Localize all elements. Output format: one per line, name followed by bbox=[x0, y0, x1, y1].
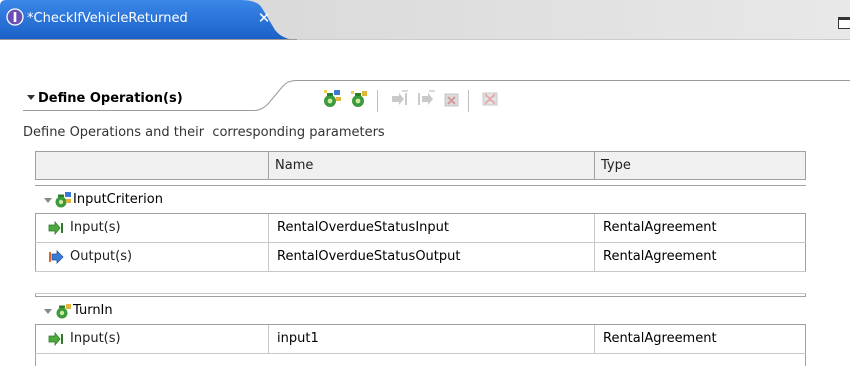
parameter-kind: Input(s) bbox=[70, 331, 121, 346]
add-fault-icon bbox=[444, 93, 459, 107]
parameter-kind-cell: Input(s) bbox=[35, 214, 268, 242]
parameter-kind: Output(s) bbox=[70, 249, 133, 264]
interface-icon bbox=[6, 8, 24, 26]
expand-collapse-icon[interactable] bbox=[44, 309, 52, 314]
output-icon bbox=[49, 250, 64, 264]
table-spacer bbox=[35, 272, 806, 294]
one-way-operation-icon bbox=[56, 304, 71, 319]
delete-icon bbox=[482, 92, 498, 106]
operation-name: InputCriterion bbox=[73, 192, 163, 207]
close-tab-icon[interactable]: ✕ bbox=[257, 10, 271, 26]
maximize-icon[interactable] bbox=[838, 17, 850, 29]
expand-collapse-icon[interactable] bbox=[44, 198, 52, 203]
table-row[interactable]: Input(s) input1 RentalAgreement bbox=[35, 325, 806, 354]
input-icon bbox=[48, 332, 63, 346]
add-request-response-operation-icon[interactable] bbox=[322, 88, 342, 110]
parameter-type-cell[interactable]: RentalAgreement bbox=[594, 214, 806, 242]
parameter-kind-cell: Output(s) bbox=[35, 243, 268, 271]
column-header-type[interactable]: Type bbox=[594, 151, 806, 180]
add-output-icon bbox=[418, 90, 435, 105]
table-row[interactable]: Output(s) RentalOverdueStatusOutput Rent… bbox=[35, 243, 806, 272]
column-header-blank bbox=[35, 151, 268, 180]
add-input-icon bbox=[392, 90, 408, 105]
request-response-operation-icon bbox=[55, 192, 71, 208]
operation-row[interactable]: TurnIn bbox=[35, 296, 806, 325]
section-title[interactable]: Define Operation(s) bbox=[28, 91, 183, 106]
operation-name: TurnIn bbox=[73, 303, 113, 318]
parameter-kind: Input(s) bbox=[70, 220, 121, 235]
parameter-type-cell[interactable]: RentalAgreement bbox=[594, 325, 806, 353]
add-one-way-operation-icon[interactable] bbox=[349, 88, 369, 110]
parameter-name-cell[interactable]: RentalOverdueStatusOutput bbox=[268, 243, 594, 271]
parameter-type-cell[interactable]: RentalAgreement bbox=[594, 243, 806, 271]
toolbar-separator bbox=[377, 90, 378, 112]
column-header-name[interactable]: Name bbox=[268, 151, 594, 180]
input-icon bbox=[48, 221, 63, 235]
table-row[interactable]: Input(s) RentalOverdueStatusInput Rental… bbox=[35, 214, 806, 243]
parameter-name-cell[interactable]: RentalOverdueStatusInput bbox=[268, 214, 594, 242]
editor-tab-title[interactable]: *CheckIfVehicleReturned bbox=[27, 11, 188, 26]
toolbar-separator bbox=[468, 90, 469, 112]
parameter-name-cell[interactable]: input1 bbox=[268, 325, 594, 353]
parameter-kind-cell: Input(s) bbox=[35, 325, 268, 353]
operation-row[interactable]: InputCriterion bbox=[35, 185, 806, 214]
section-description: Define Operations and their correspondin… bbox=[23, 125, 385, 140]
editor-tab-strip: *CheckIfVehicleReturned ✕ bbox=[0, 0, 850, 40]
